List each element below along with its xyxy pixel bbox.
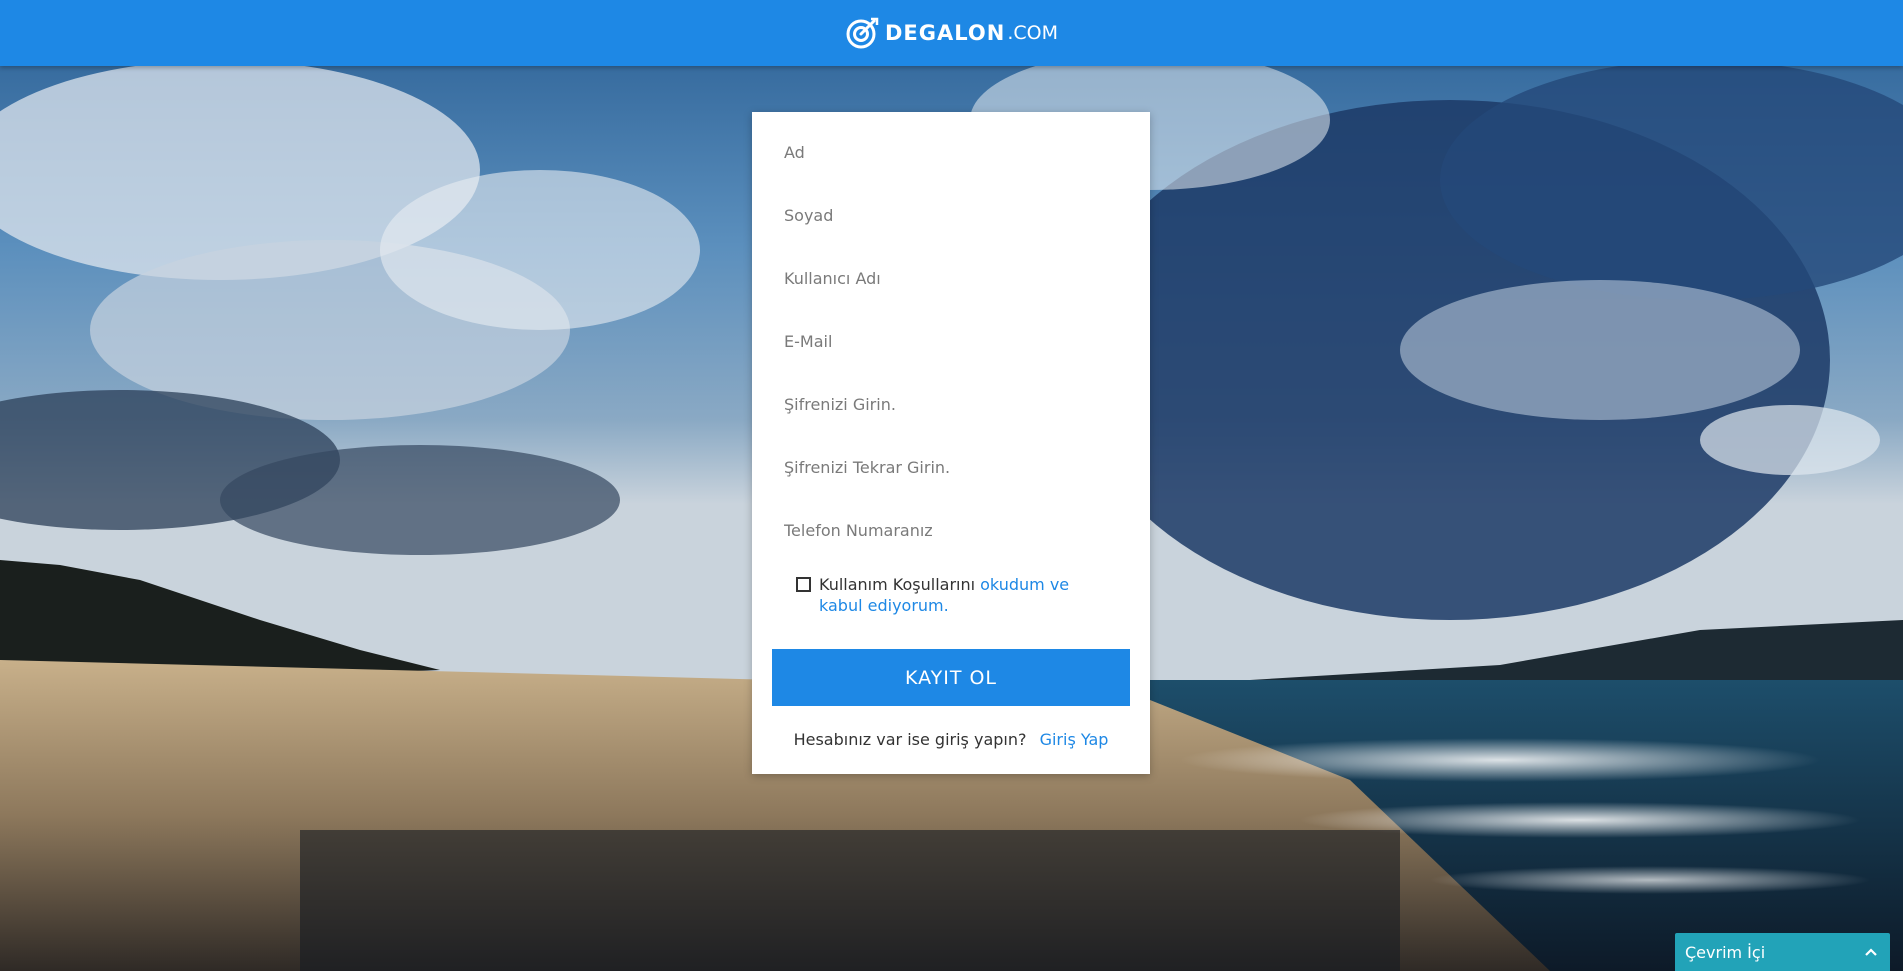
live-chat-widget[interactable]: Çevrim İçi <box>1675 933 1890 971</box>
username-input[interactable] <box>772 256 1130 300</box>
password-repeat-input[interactable] <box>772 445 1130 489</box>
terms-text: Kullanım Koşullarını okudum ve kabul edi… <box>819 574 1116 616</box>
password-input[interactable] <box>772 382 1130 426</box>
brand-name: DEGALON <box>885 21 1006 45</box>
email-input[interactable] <box>772 319 1130 363</box>
chevron-up-icon[interactable] <box>1864 947 1878 957</box>
target-dart-icon <box>846 17 879 49</box>
top-header-bar: DEGALON .COM <box>0 0 1903 66</box>
chat-status-label: Çevrim İçi <box>1685 942 1766 962</box>
terms-prefix: Kullanım Koşullarını <box>819 575 981 594</box>
first-name-input[interactable] <box>772 130 1130 174</box>
brand-tld: .COM <box>1007 22 1058 44</box>
login-link[interactable]: Giriş Yap <box>1040 730 1109 749</box>
login-prompt: Hesabınız var ise giriş yapın? <box>793 730 1027 749</box>
phone-input[interactable] <box>772 508 1130 552</box>
register-form-card: Kullanım Koşullarını okudum ve kabul edi… <box>752 112 1150 774</box>
register-button[interactable]: KAYIT OL <box>772 649 1130 706</box>
login-prompt-line: Hesabınız var ise giriş yapın? Giriş Yap <box>752 730 1150 749</box>
last-name-input[interactable] <box>772 193 1130 237</box>
terms-checkbox[interactable] <box>796 577 811 592</box>
terms-agreement: Kullanım Koşullarını okudum ve kabul edi… <box>796 574 1116 616</box>
brand-logo[interactable]: DEGALON .COM <box>845 16 1058 50</box>
